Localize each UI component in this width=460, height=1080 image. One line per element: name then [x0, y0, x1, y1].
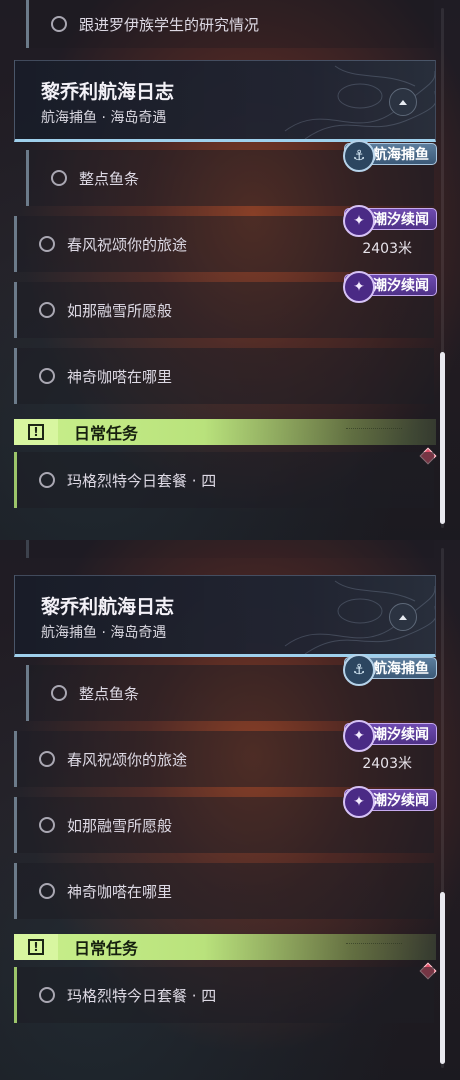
task-label: 玛格烈特今日套餐 · 四 — [67, 471, 217, 490]
daily-tasks-label: 日常任务 — [74, 939, 139, 958]
task-status-circle-icon — [39, 817, 55, 833]
tag-tide: ✦ 潮汐续闻 — [343, 271, 437, 303]
exclamation-icon: ! — [14, 934, 58, 960]
anchor-icon: ⚓ — [343, 140, 375, 172]
tag-tide: ✦ 潮汐续闻 — [343, 720, 437, 752]
task-label: 跟进罗伊族学生的研究情况 — [79, 15, 260, 34]
task-item-margaret-menu[interactable]: 玛格烈特今日套餐 · 四 — [14, 452, 434, 508]
task-label: 整点鱼条 — [79, 684, 140, 703]
task-item-magic-kada[interactable]: 神奇咖嗒在哪里 — [14, 863, 434, 919]
task-item-partial — [26, 540, 434, 558]
distance-readout: 2403米 — [362, 756, 412, 772]
task-status-circle-icon — [51, 170, 67, 186]
task-status-circle-icon — [39, 236, 55, 252]
quest-group-title: 黎乔利航海日志 — [41, 596, 175, 618]
chevron-up-icon — [399, 100, 407, 105]
quest-group-title: 黎乔利航海日志 — [41, 81, 175, 103]
tag-fishing: ⚓ 航海捕鱼 — [343, 140, 437, 172]
task-label: 整点鱼条 — [79, 169, 140, 188]
scrollbar-thumb[interactable] — [440, 892, 445, 1064]
task-item-lyre-students[interactable]: 跟进罗伊族学生的研究情况 — [26, 0, 434, 48]
task-label: 神奇咖嗒在哪里 — [67, 367, 173, 386]
task-status-circle-icon — [39, 472, 55, 488]
tag-tide: ✦ 潮汐续闻 — [343, 205, 437, 237]
task-status-circle-icon — [39, 883, 55, 899]
tide-swirl-icon: ✦ — [343, 786, 375, 818]
task-status-circle-icon — [51, 16, 67, 32]
quest-group-header[interactable]: 黎乔利航海日志 航海捕鱼 · 海岛奇遇 — [14, 575, 436, 657]
quest-panel-2: 黎乔利航海日志 航海捕鱼 · 海岛奇遇 整点鱼条 ⚓ 航海捕鱼 春风祝颂你的旅途… — [0, 540, 460, 1080]
tag-fishing: ⚓ 航海捕鱼 — [343, 654, 437, 686]
collapse-button[interactable] — [389, 88, 417, 116]
quest-group-subtitle: 航海捕鱼 · 海岛奇遇 — [41, 625, 167, 641]
daily-tasks-header[interactable]: ! 日常任务 — [14, 419, 436, 445]
task-status-circle-icon — [39, 751, 55, 767]
tag-label: 航海捕鱼 — [373, 147, 429, 163]
collapse-button[interactable] — [389, 603, 417, 631]
tide-swirl-icon: ✦ — [343, 720, 375, 752]
tag-tide: ✦ 潮汐续闻 — [343, 786, 437, 818]
task-item-margaret-menu[interactable]: 玛格烈特今日套餐 · 四 — [14, 967, 434, 1023]
quest-panel-1: 跟进罗伊族学生的研究情况 黎乔利航海日志 航海捕鱼 · 海岛奇遇 整点鱼条 ⚓ … — [0, 0, 460, 540]
scrollbar-thumb[interactable] — [440, 352, 445, 524]
header-decoration — [346, 943, 402, 948]
anchor-icon: ⚓ — [343, 654, 375, 686]
tide-swirl-icon: ✦ — [343, 205, 375, 237]
tag-label: 潮汐续闻 — [373, 793, 429, 809]
tag-label: 潮汐续闻 — [373, 212, 429, 228]
distance-readout: 2403米 — [362, 241, 412, 257]
quest-group-subtitle: 航海捕鱼 · 海岛奇遇 — [41, 110, 167, 126]
tag-label: 潮汐续闻 — [373, 278, 429, 294]
task-label: 春风祝颂你的旅途 — [67, 235, 188, 254]
daily-tasks-header[interactable]: ! 日常任务 — [14, 934, 436, 960]
quest-group-header[interactable]: 黎乔利航海日志 航海捕鱼 · 海岛奇遇 — [14, 60, 436, 142]
task-status-circle-icon — [39, 302, 55, 318]
task-status-circle-icon — [39, 368, 55, 384]
task-label: 春风祝颂你的旅途 — [67, 750, 188, 769]
task-label: 如那融雪所愿般 — [67, 816, 173, 835]
exclamation-icon: ! — [14, 419, 58, 445]
task-label: 玛格烈特今日套餐 · 四 — [67, 986, 217, 1005]
task-label: 神奇咖嗒在哪里 — [67, 882, 173, 901]
tag-label: 潮汐续闻 — [373, 727, 429, 743]
task-item-magic-kada[interactable]: 神奇咖嗒在哪里 — [14, 348, 434, 404]
task-status-circle-icon — [39, 987, 55, 1003]
chevron-up-icon — [399, 615, 407, 620]
tide-swirl-icon: ✦ — [343, 271, 375, 303]
tag-label: 航海捕鱼 — [373, 661, 429, 677]
header-decoration — [346, 428, 402, 433]
daily-tasks-label: 日常任务 — [74, 424, 139, 443]
task-label: 如那融雪所愿般 — [67, 301, 173, 320]
task-status-circle-icon — [51, 685, 67, 701]
